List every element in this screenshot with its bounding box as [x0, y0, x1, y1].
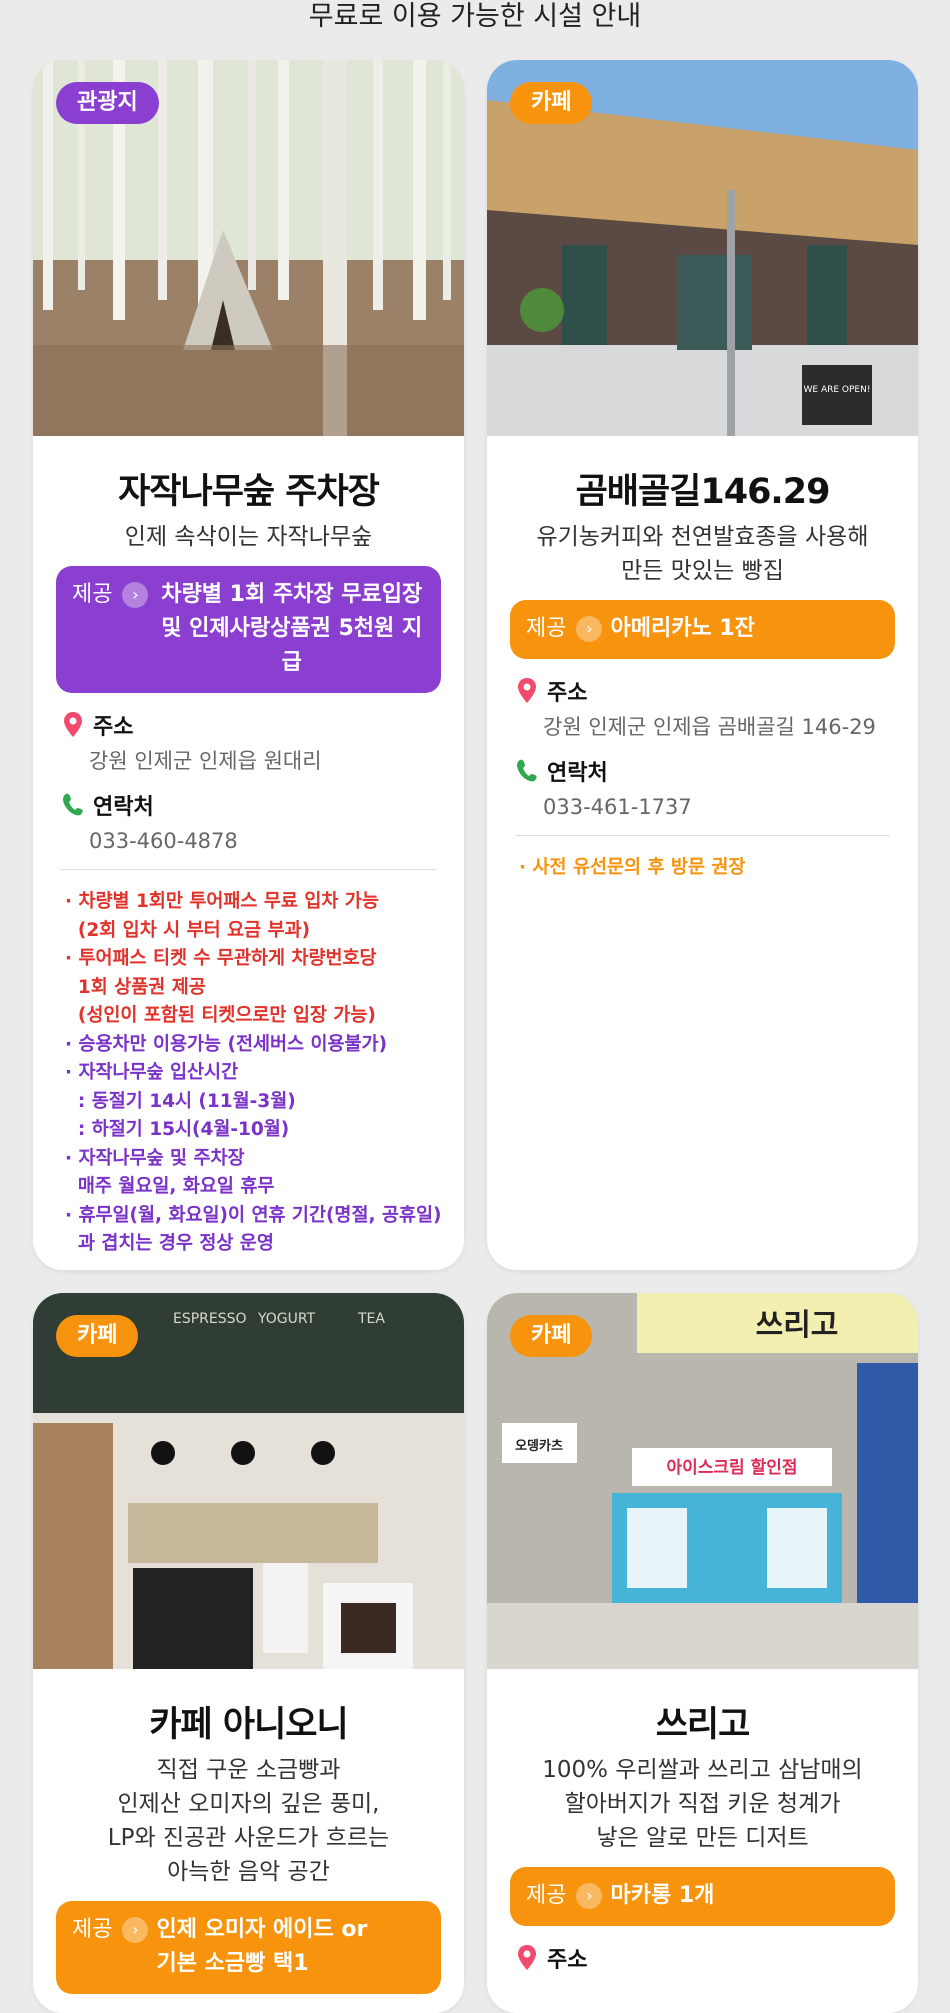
facility-description: 직접 구운 소금빵과 인제산 오미자의 깊은 풍미, LP와 진공관 사운드가 …	[33, 1753, 464, 1889]
offer-box: 제공 › 마카롱 1개	[510, 1867, 895, 1926]
offer-text: 마카롱 1개	[610, 1879, 881, 1913]
offer-line: 인제 오미자 에이드 or	[156, 1917, 368, 1942]
store-sign: 쓰리고	[756, 1308, 839, 1343]
address-label: 주소	[547, 1948, 588, 1973]
arrow-right-icon: ›	[576, 1883, 603, 1909]
category-badge: 관광지	[56, 82, 159, 124]
offer-line: 기본 소금빵 택1	[156, 1951, 309, 1976]
open-sign: WE ARE OPEN!	[804, 385, 871, 395]
offer-line: 및 인제사랑상품권 5천원 지급	[161, 616, 423, 675]
phone-icon	[63, 793, 83, 816]
note-line: · 자작나무숲 및 주차장	[65, 1147, 245, 1169]
note-line: · 차량별 1회만 투어패스 무료 입차 가능	[65, 891, 379, 912]
description-line: 아늑한 음악 공간	[167, 1859, 330, 1885]
facility-name: 곰배골길146.29	[575, 472, 831, 512]
description-line: 만든 맛있는 빵집	[621, 558, 784, 584]
offer-line: 마카롱 1개	[610, 1883, 715, 1908]
offer-line: 차량별 1회 주차장 무료입장	[161, 582, 423, 607]
address-label: 주소	[547, 681, 588, 706]
page-title: 무료로 이용 가능한 시설 안내	[308, 1, 642, 32]
description-line: 인제산 오미자의 깊은 풍미,	[117, 1791, 380, 1817]
note-line: · 투어패스 티켓 수 무관하게 차량번호당	[65, 948, 377, 969]
location-pin-icon	[518, 1945, 536, 1970]
info-section: 주소 강원 인제군 인제읍 곰배골길 146-29 연락처 033-461-17…	[515, 675, 918, 821]
board-text: ESPRESSO	[173, 1311, 247, 1327]
description-line: LP와 진공관 사운드가 흐르는	[107, 1825, 390, 1851]
facility-card-cafe-anioni[interactable]: ESPRESSO YOGURT TEA 카페 카페 아니오니 직접 구운 소금빵…	[33, 1293, 464, 2013]
offer-line: 아메리카노 1잔	[610, 616, 755, 641]
category-badge: 카페	[56, 1315, 139, 1357]
note-line: · 자작나무숲 입산시간	[65, 1062, 239, 1083]
sseurigo-storefront-photo: 쓰리고 아이스크림 할인점 오뎅카츠 카페	[487, 1293, 918, 1669]
phone-value[interactable]: 033-460-4878	[89, 827, 464, 855]
description-line: 직접 구운 소금빵과	[156, 1757, 341, 1783]
location-pin-icon	[64, 712, 82, 737]
description-line: 100% 우리쌀과 쓰리고 삼남매의	[542, 1757, 863, 1783]
bakery-storefront-photo: WE ARE OPEN! 카페	[487, 60, 918, 436]
offer-label: 제공	[72, 1917, 113, 1942]
note-line: 매주 월요일, 화요일 휴무	[65, 1176, 275, 1197]
contact-label: 연락처	[547, 761, 608, 786]
facility-name: 쓰리고	[655, 1705, 751, 1745]
offer-box: 제공 › 차량별 1회 주차장 무료입장 및 인제사랑상품권 5천원 지급	[56, 566, 441, 693]
phone-icon	[517, 759, 537, 782]
facility-description: 인제 속삭이는 자작나무숲	[33, 520, 464, 554]
facility-card-birch-forest-parking[interactable]: 관광지 자작나무숲 주차장 인제 속삭이는 자작나무숲 제공 › 차량별 1회 …	[33, 60, 464, 1270]
offer-text: 차량별 1회 주차장 무료입장 및 인제사랑상품권 5천원 지급	[156, 578, 427, 680]
note-line: · 승용차만 이용가능 (전세버스 이용불가)	[65, 1033, 388, 1055]
offer-text: 인제 오미자 에이드 or 기본 소금빵 택1	[156, 1913, 427, 1981]
facility-description: 유기농커피와 천연발효종을 사용해 만든 맛있는 빵집	[487, 520, 918, 588]
offer-label: 제공	[526, 616, 567, 641]
description-line: 인제 속삭이는 자작나무숲	[124, 524, 373, 550]
offer-label: 제공	[72, 582, 113, 607]
offer-box: 제공 › 인제 오미자 에이드 or 기본 소금빵 택1	[56, 1901, 441, 1994]
store-sign: 아이스크림 할인점	[666, 1458, 797, 1478]
phone-value[interactable]: 033-461-1737	[543, 793, 918, 821]
contact-label: 연락처	[93, 795, 154, 820]
info-section: 주소	[515, 1942, 918, 1974]
offer-text: 아메리카노 1잔	[610, 612, 881, 646]
divider	[61, 869, 436, 870]
offer-label: 제공	[526, 1883, 567, 1908]
arrow-right-icon: ›	[122, 1917, 149, 1943]
address-label: 주소	[93, 715, 134, 740]
note-line: (성인이 포함된 티켓으로만 입장 가능)	[65, 1005, 376, 1026]
note-line: : 동절기 14시 (11월-3월)	[65, 1090, 296, 1112]
facility-card-gombaegol-bakery[interactable]: WE ARE OPEN! 카페 곰배골길146.29 유기농커피와 천연발효종을…	[487, 60, 918, 1270]
address-value: 강원 인제군 인제읍 원대리	[89, 749, 322, 773]
description-line: 낳은 알로 만든 디저트	[596, 1825, 809, 1851]
note-line: · 사전 유선문의 후 방문 권장	[519, 857, 746, 878]
note-line: 과 겹치는 경우 정상 운영	[65, 1233, 274, 1254]
category-badge: 카페	[510, 1315, 593, 1357]
facility-card-sseurigo[interactable]: 쓰리고 아이스크림 할인점 오뎅카츠 카페 쓰리고 100% 우리쌀과 쓰리고 …	[487, 1293, 918, 2013]
description-line: 할아버지가 직접 키운 청계가	[564, 1791, 841, 1817]
note-line: 1회 상품권 제공	[65, 976, 206, 998]
arrow-right-icon: ›	[122, 582, 149, 608]
notes-list: · 사전 유선문의 후 방문 권장	[519, 854, 890, 883]
info-section: 주소 강원 인제군 인제읍 원대리 연락처 033-460-4878	[61, 709, 464, 855]
arrow-right-icon: ›	[576, 616, 603, 642]
note-line: · 휴무일(월, 화요일)이 연휴 기간(명절, 공휴일)	[65, 1204, 442, 1226]
facility-description: 100% 우리쌀과 쓰리고 삼남매의 할아버지가 직접 키운 청계가 낳은 알로…	[487, 1753, 918, 1855]
store-sign: 오뎅카츠	[515, 1438, 563, 1454]
address-value: 강원 인제군 인제읍 곰배골길 146-29	[543, 715, 876, 739]
cafe-interior-photo: ESPRESSO YOGURT TEA 카페	[33, 1293, 464, 1669]
facility-name: 카페 아니오니	[149, 1705, 348, 1745]
note-line: (2회 입차 시 부터 요금 부과)	[65, 919, 311, 941]
note-line: : 하절기 15시(4월-10월)	[65, 1119, 290, 1140]
board-text: YOGURT	[257, 1311, 316, 1327]
notes-list: · 차량별 1회만 투어패스 무료 입차 가능 (2회 입차 시 부터 요금 부…	[65, 888, 442, 1259]
board-text: TEA	[357, 1311, 385, 1327]
offer-box: 제공 › 아메리카노 1잔	[510, 600, 895, 659]
divider	[515, 835, 890, 836]
description-line: 유기농커피와 천연발효종을 사용해	[536, 524, 869, 550]
facility-name: 자작나무숲 주차장	[118, 472, 380, 512]
birch-forest-photo: 관광지	[33, 60, 464, 436]
category-badge: 카페	[510, 82, 593, 124]
location-pin-icon	[518, 678, 536, 703]
